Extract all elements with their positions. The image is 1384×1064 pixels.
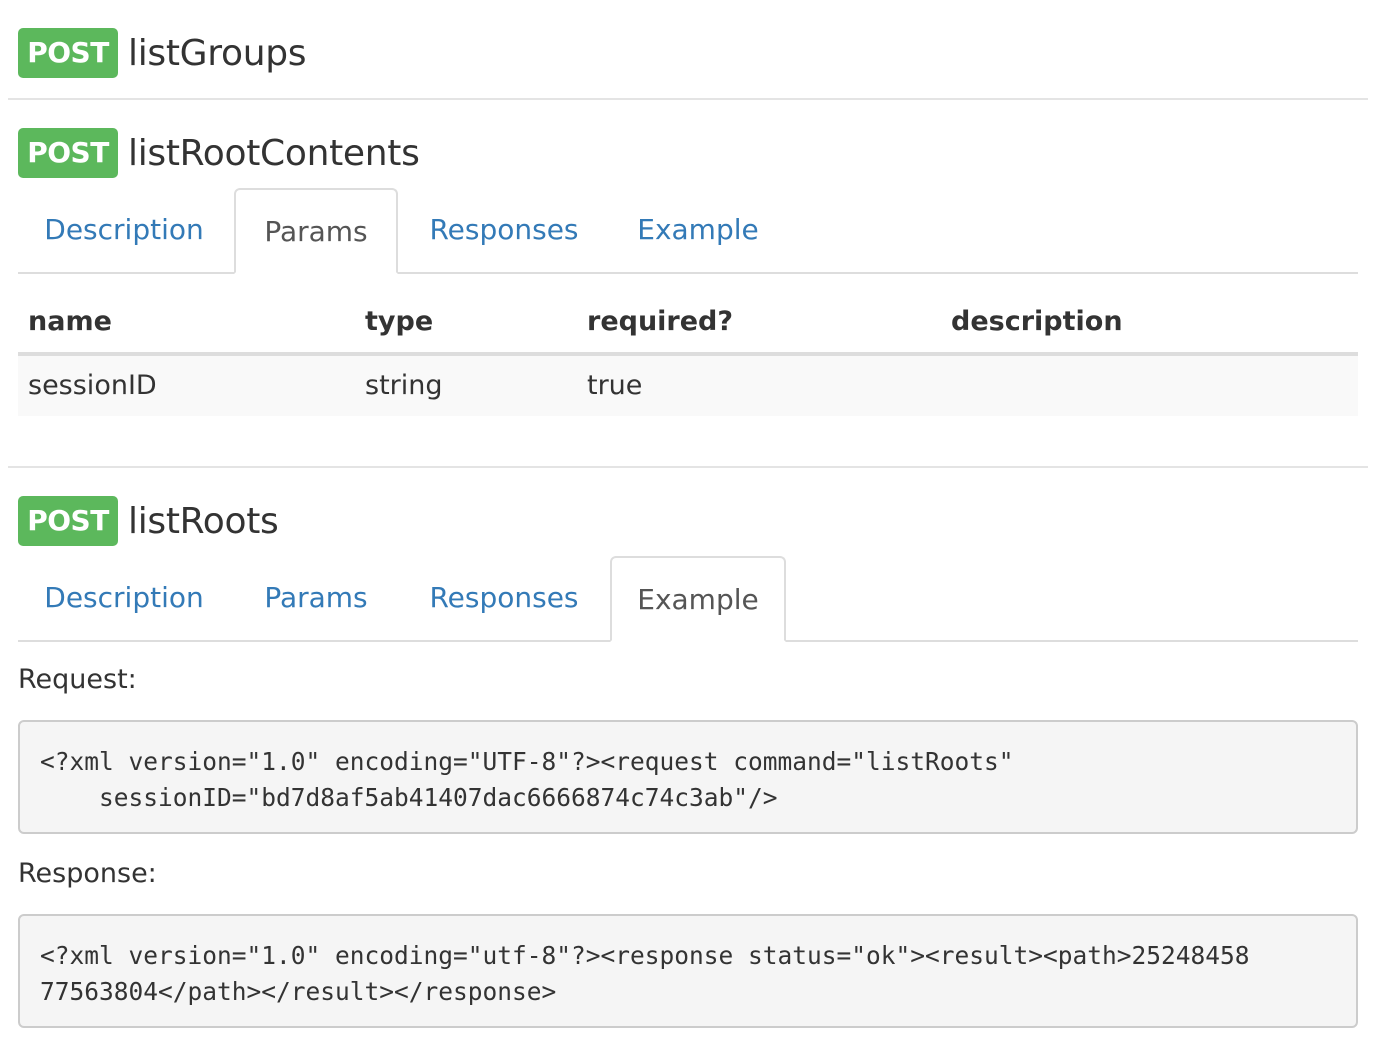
column-header-required: required? (587, 306, 734, 337)
section-divider (8, 466, 1368, 468)
params-table: name type required? description sessionI… (18, 292, 1358, 416)
tab-responses[interactable]: Responses (406, 188, 602, 272)
response-code-block[interactable]: <?xml version="1.0" encoding="utf-8"?><r… (18, 914, 1358, 1028)
tab-params[interactable]: Params (234, 556, 398, 640)
tab-bar: Description Params Responses Example (18, 188, 1358, 274)
table-row: sessionID string true (18, 356, 1358, 416)
tab-description[interactable]: Description (18, 556, 230, 640)
endpoint-name[interactable]: listRootContents (128, 133, 420, 174)
endpoint-name[interactable]: listRoots (128, 501, 279, 542)
endpoint-header-listroots[interactable]: POST listRoots (18, 496, 279, 546)
endpoint-name[interactable]: listGroups (128, 33, 307, 74)
response-label: Response: (18, 858, 157, 889)
endpoint-header-listgroups[interactable]: POST listGroups (18, 28, 307, 78)
tab-description[interactable]: Description (18, 188, 230, 272)
request-label: Request: (18, 664, 137, 695)
tab-params[interactable]: Params (234, 188, 398, 274)
post-method-badge: POST (18, 28, 118, 78)
tab-responses[interactable]: Responses (406, 556, 602, 640)
column-header-name: name (28, 306, 112, 337)
tab-example[interactable]: Example (610, 556, 786, 642)
column-header-description: description (951, 306, 1123, 337)
cell-name: sessionID (28, 370, 157, 401)
tab-bar: Description Params Responses Example (18, 556, 1358, 642)
post-method-badge: POST (18, 128, 118, 178)
cell-type: string (365, 370, 443, 401)
cell-required: true (587, 370, 643, 401)
column-header-type: type (365, 306, 434, 337)
endpoint-header-listrootcontents[interactable]: POST listRootContents (18, 128, 420, 178)
post-method-badge: POST (18, 496, 118, 546)
section-divider (8, 98, 1368, 100)
request-code-block[interactable]: <?xml version="1.0" encoding="UTF-8"?><r… (18, 720, 1358, 834)
tab-example[interactable]: Example (610, 188, 786, 272)
params-table-header: name type required? description (18, 292, 1358, 356)
